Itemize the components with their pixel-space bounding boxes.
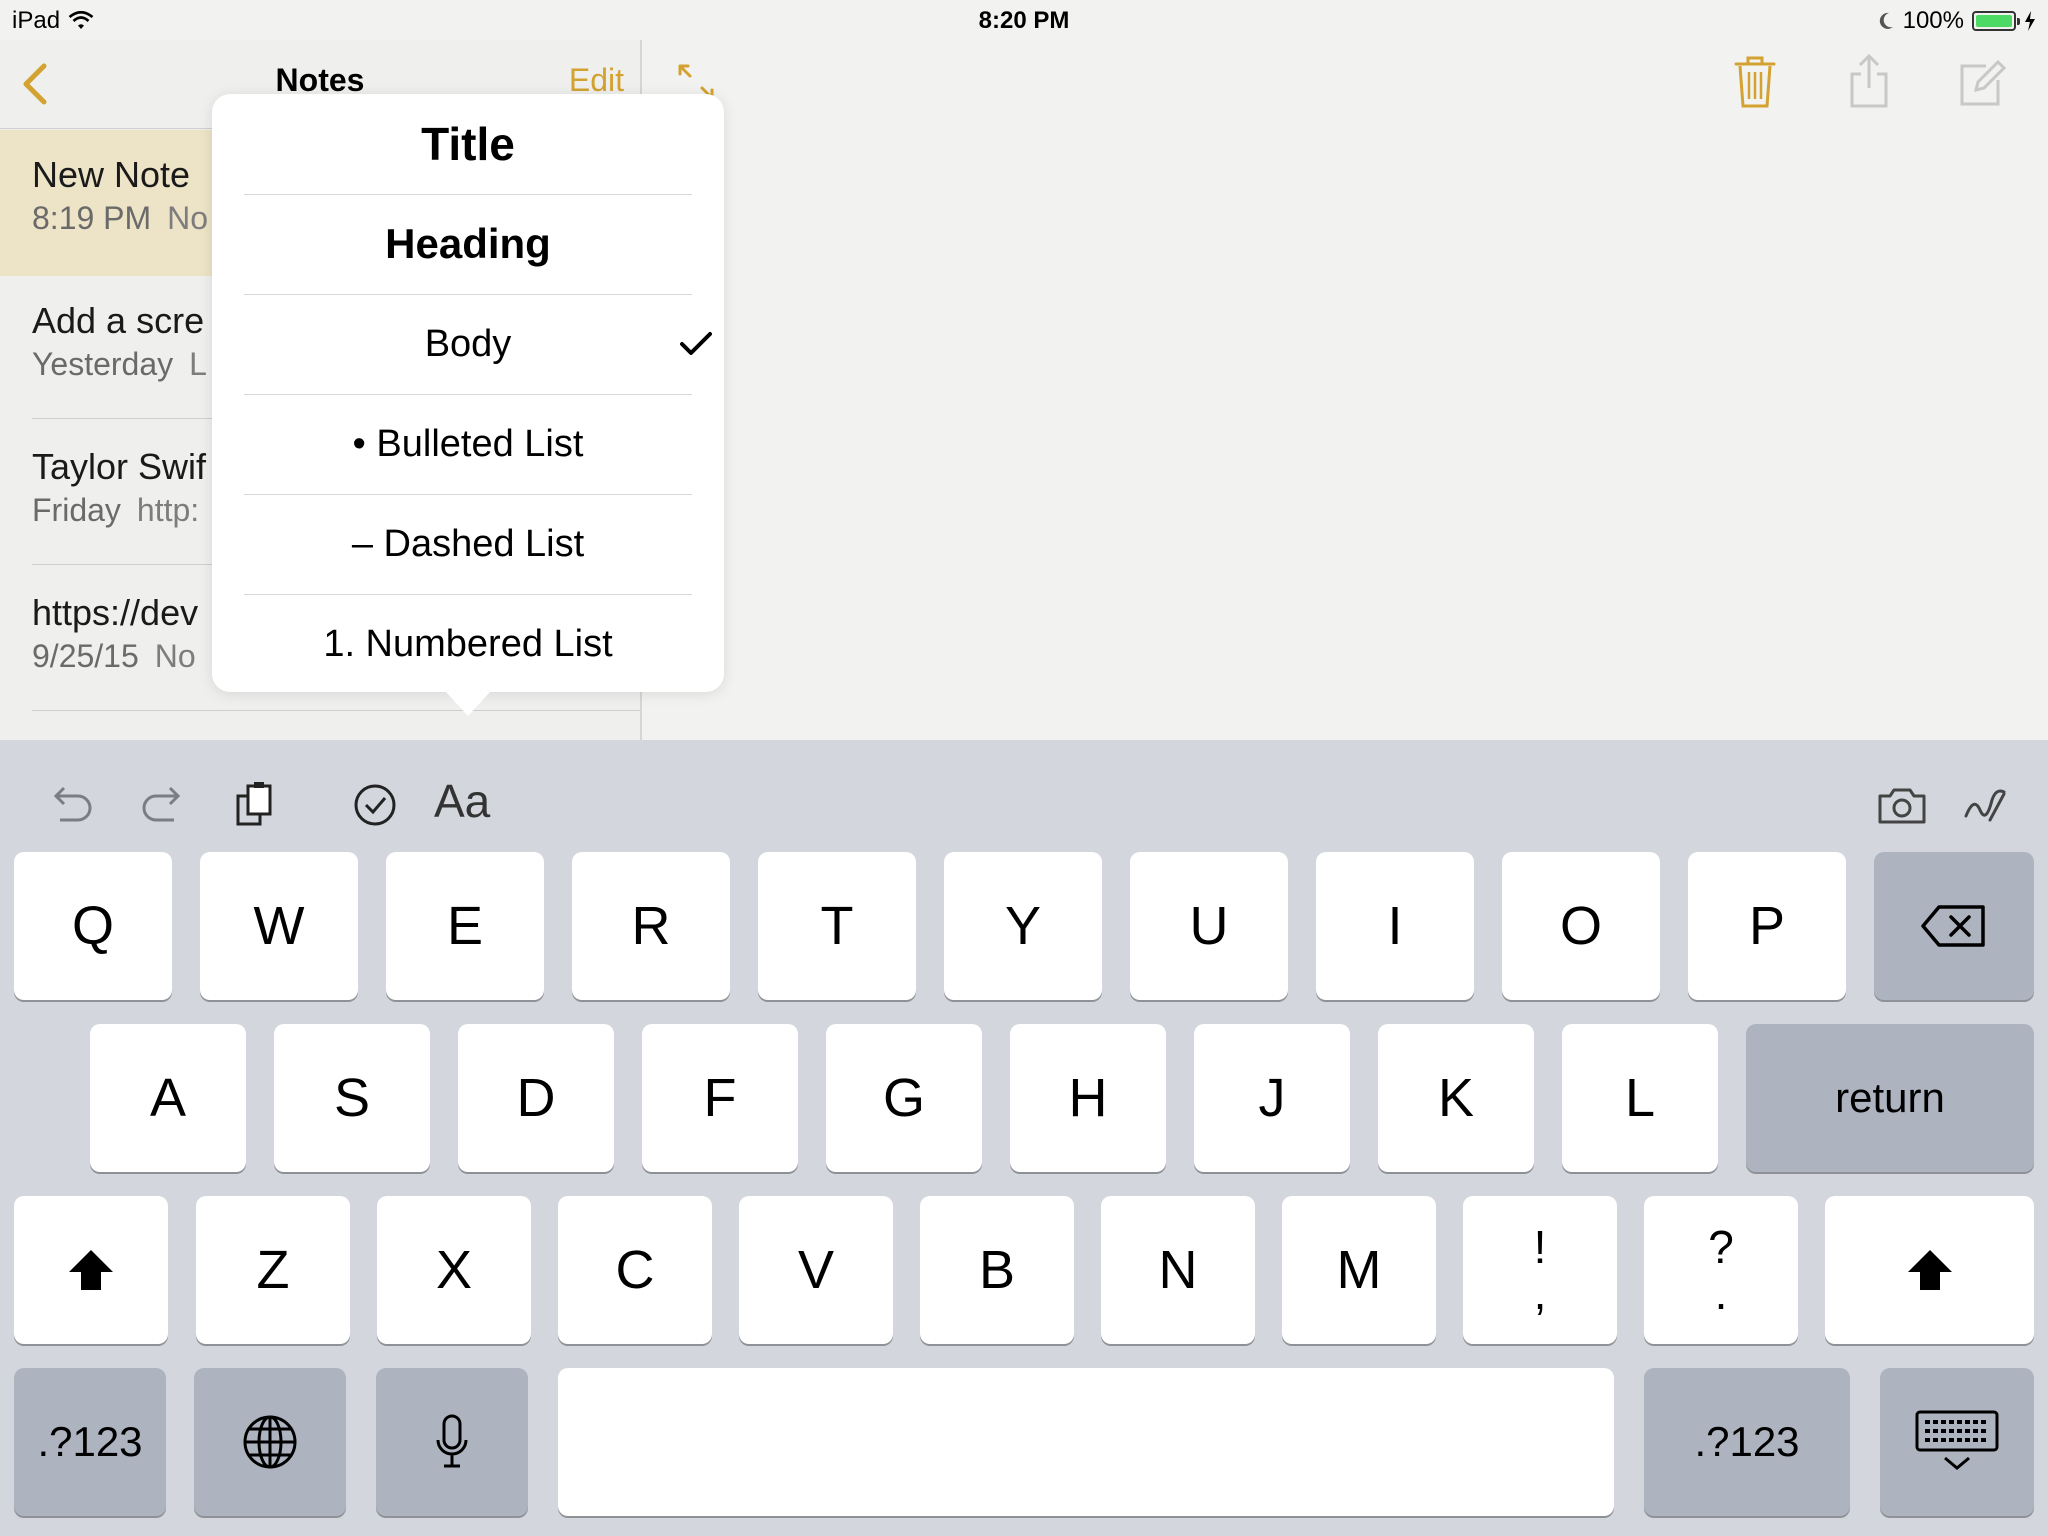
key-q[interactable]: Q: [14, 852, 172, 1000]
key-s[interactable]: S: [274, 1024, 430, 1172]
key-y[interactable]: Y: [944, 852, 1102, 1000]
shift-icon: [1907, 1250, 1952, 1290]
format-option-numbered-list[interactable]: 1. Numbered List: [244, 594, 692, 694]
note-date: 8:19 PM: [32, 200, 152, 236]
undo-icon[interactable]: [46, 780, 96, 830]
key-a[interactable]: A: [90, 1024, 246, 1172]
key-l[interactable]: L: [1562, 1024, 1718, 1172]
paste-icon[interactable]: [232, 780, 280, 830]
note-title: Add a scre: [32, 300, 205, 341]
key-r[interactable]: R: [572, 852, 730, 1000]
key-p[interactable]: P: [1688, 852, 1846, 1000]
key-h[interactable]: H: [1010, 1024, 1166, 1172]
note-subtitle: Yesterday L: [32, 346, 207, 383]
note-preview: No: [154, 638, 196, 674]
keyboard: Aa Q W E R T Y U I O P A S D F G H J K L…: [0, 740, 2048, 1536]
key-e[interactable]: E: [386, 852, 544, 1000]
key-bottom-char: ,: [1533, 1267, 1547, 1319]
moon-icon: [1879, 12, 1893, 29]
note-date: Yesterday: [32, 346, 174, 382]
return-key[interactable]: return: [1746, 1024, 2034, 1172]
share-icon[interactable]: [1844, 52, 1894, 110]
note-title: Taylor Swif: [32, 446, 207, 487]
format-option-dashed-list[interactable]: – Dashed List: [244, 494, 692, 594]
keyboard-dismiss-icon: [1915, 1410, 1999, 1470]
camera-icon[interactable]: [1876, 780, 1928, 830]
checklist-icon[interactable]: [350, 780, 400, 830]
format-popover: Title Heading Body • Bulleted List – Das…: [212, 94, 724, 692]
dictation-key[interactable]: [376, 1368, 528, 1516]
key-j[interactable]: J: [1194, 1024, 1350, 1172]
popover-arrow: [446, 692, 490, 716]
note-date: Friday: [32, 492, 121, 528]
shift-key-right[interactable]: [1825, 1196, 2034, 1344]
trash-icon[interactable]: [1730, 52, 1780, 110]
mic-icon: [436, 1414, 468, 1468]
key-x[interactable]: X: [377, 1196, 531, 1344]
key-b[interactable]: B: [920, 1196, 1074, 1344]
note-date: 9/25/15: [32, 638, 139, 674]
format-option-bulleted-list[interactable]: • Bulleted List: [244, 394, 692, 494]
format-option-body[interactable]: Body: [244, 294, 692, 394]
keyboard-toolbar: Aa: [0, 740, 2048, 852]
key-o[interactable]: O: [1502, 852, 1660, 1000]
note-title: New Note: [32, 154, 191, 195]
redo-icon[interactable]: [138, 780, 188, 830]
key-bottom-char: .: [1714, 1267, 1728, 1319]
key-d[interactable]: D: [458, 1024, 614, 1172]
key-i[interactable]: I: [1316, 852, 1474, 1000]
key-w[interactable]: W: [200, 852, 358, 1000]
compose-icon[interactable]: [1956, 52, 2006, 110]
key-top-char: !: [1533, 1221, 1547, 1273]
key-k[interactable]: K: [1378, 1024, 1534, 1172]
key-exclamation-comma[interactable]: ! ,: [1463, 1196, 1617, 1344]
format-option-title[interactable]: Title: [244, 94, 692, 194]
shift-icon: [69, 1250, 113, 1290]
shift-key-left[interactable]: [14, 1196, 168, 1344]
globe-key[interactable]: [194, 1368, 346, 1516]
space-bar[interactable]: [558, 1368, 1614, 1516]
note-subtitle: 9/25/15 No: [32, 638, 196, 675]
key-u[interactable]: U: [1130, 852, 1288, 1000]
note-subtitle: 8:19 PM No: [32, 200, 208, 237]
numbers-key-right[interactable]: .?123: [1644, 1368, 1850, 1516]
dismiss-keyboard-key[interactable]: [1880, 1368, 2034, 1516]
key-g[interactable]: G: [826, 1024, 982, 1172]
status-time: 8:20 PM: [978, 7, 1070, 34]
key-m[interactable]: M: [1282, 1196, 1436, 1344]
note-title: https://dev: [32, 592, 199, 633]
key-question-period[interactable]: ? .: [1644, 1196, 1798, 1344]
note-subtitle: Friday http:: [32, 492, 199, 529]
sketch-icon[interactable]: [1960, 780, 2010, 830]
battery-percent: 100%: [1902, 7, 1964, 34]
key-z[interactable]: Z: [196, 1196, 350, 1344]
key-top-char: ?: [1708, 1221, 1734, 1273]
charging-icon: [2025, 11, 2035, 31]
key-c[interactable]: C: [558, 1196, 712, 1344]
delete-icon: [1921, 905, 1985, 947]
key-f[interactable]: F: [642, 1024, 798, 1172]
note-preview: L: [189, 346, 207, 382]
format-option-heading[interactable]: Heading: [244, 194, 692, 294]
checkmark-icon: [680, 332, 712, 355]
key-n[interactable]: N: [1101, 1196, 1255, 1344]
divider: [32, 710, 640, 711]
key-t[interactable]: T: [758, 852, 916, 1000]
key-v[interactable]: V: [739, 1196, 893, 1344]
note-preview: http:: [136, 492, 200, 528]
delete-key[interactable]: [1874, 852, 2034, 1000]
battery-icon: [1972, 11, 2020, 31]
numbers-key-left[interactable]: .?123: [14, 1368, 166, 1516]
globe-icon: [243, 1415, 297, 1469]
status-bar: iPad 8:20 PM 100%: [0, 0, 2048, 40]
note-preview: No: [167, 200, 209, 236]
text-format-button[interactable]: Aa: [434, 774, 490, 828]
